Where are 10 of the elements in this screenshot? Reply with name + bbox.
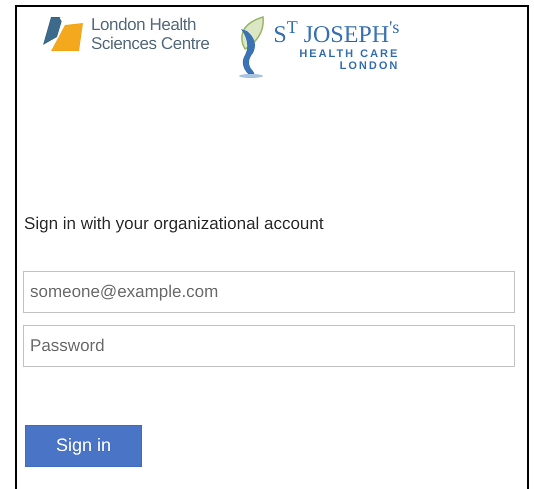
logo-text: LONDON (340, 60, 400, 72)
logo-text: S$^{T}$ JOSEPH$^{'s}$ (273, 22, 400, 48)
logo-text: Sciences Centre (91, 34, 210, 53)
heading: Sign in with your organizational account (24, 213, 325, 235)
logo-text: London Health (91, 15, 198, 34)
input-field[interactable]: Password (23, 324, 515, 366)
logo-icon (43, 15, 83, 53)
logo-text: HEALTH CARE (299, 48, 400, 60)
sign-in-button[interactable]: Sign in (25, 424, 142, 466)
input-field[interactable]: someone@example.com (23, 270, 515, 312)
